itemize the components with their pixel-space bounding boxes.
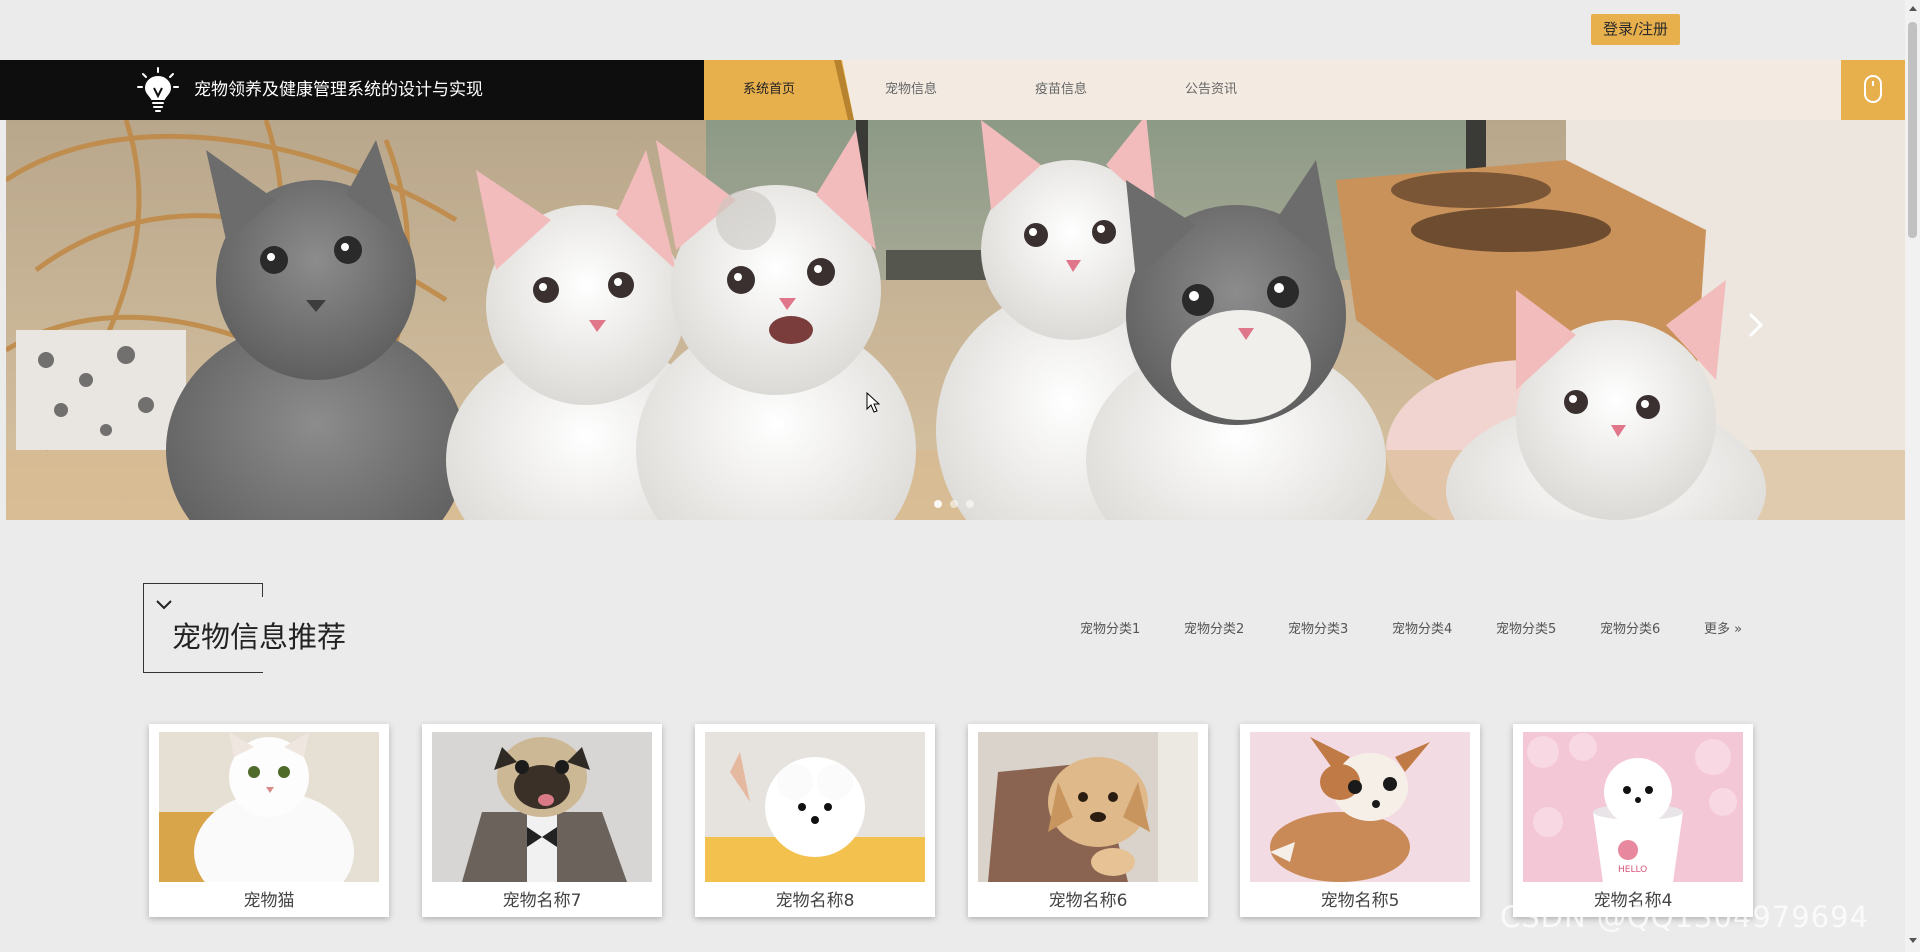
lightbulb-logo-icon xyxy=(137,67,179,112)
banner-next-arrow-icon[interactable] xyxy=(1741,310,1771,340)
svg-text:HELLO: HELLO xyxy=(1618,865,1647,875)
banner-dot[interactable] xyxy=(950,500,958,508)
login-register-button[interactable]: 登录/注册 xyxy=(1591,14,1680,45)
category-tab-2[interactable]: 宠物分类2 xyxy=(1184,618,1244,637)
kittens-banner-image xyxy=(6,120,1905,520)
category-tab-3[interactable]: 宠物分类3 xyxy=(1288,618,1348,637)
more-link[interactable]: 更多 » xyxy=(1704,618,1742,637)
white-pomeranian-photo xyxy=(705,732,925,882)
pet-name: 宠物名称6 xyxy=(1048,891,1128,911)
page-scrollbar[interactable] xyxy=(1905,0,1920,952)
top-strip: 登录/注册 xyxy=(0,0,1905,60)
teacup-pomeranian-photo: HELLO xyxy=(1523,732,1743,882)
category-tab-1[interactable]: 宠物分类1 xyxy=(1080,618,1140,637)
banner-dots xyxy=(934,500,974,508)
section-frame-top xyxy=(143,583,263,597)
chevron-down-icon xyxy=(156,600,172,610)
pet-name: 宠物名称7 xyxy=(502,891,582,911)
chihuahua-photo xyxy=(1250,732,1470,882)
pet-card[interactable]: HELLO 宠物名称4 xyxy=(1513,724,1753,917)
site-header: 宠物领养及健康管理系统的设计与实现 系统首页 宠物信息 疫苗信息 公告资讯 xyxy=(0,60,1905,120)
mouse-icon xyxy=(1864,75,1882,103)
pet-name: 宠物猫 xyxy=(243,891,295,911)
pet-card[interactable]: 宠物名称6 xyxy=(968,724,1208,917)
nav-item-home[interactable]: 系统首页 xyxy=(704,60,834,120)
nav-item-announcements[interactable]: 公告资讯 xyxy=(1136,60,1286,120)
scroll-thumb[interactable] xyxy=(1908,22,1917,238)
section-title: 宠物信息推荐 xyxy=(172,620,347,654)
scroll-hint-button[interactable] xyxy=(1841,60,1905,120)
banner-dot[interactable] xyxy=(966,500,974,508)
mouse-cursor-icon xyxy=(866,392,880,413)
watermark: CSDN @QQ1304979694 xyxy=(1500,900,1870,934)
category-tab-4[interactable]: 宠物分类4 xyxy=(1392,618,1452,637)
pet-card[interactable]: 宠物名称5 xyxy=(1240,724,1480,917)
pet-name: 宠物名称8 xyxy=(775,891,855,911)
category-tab-6[interactable]: 宠物分类6 xyxy=(1600,618,1660,637)
brand-bar: 宠物领养及健康管理系统的设计与实现 xyxy=(0,60,704,120)
nav-item-pet-info[interactable]: 宠物信息 xyxy=(836,60,986,120)
banner-dot[interactable] xyxy=(934,500,942,508)
white-cat-photo xyxy=(159,732,379,882)
pug-photo xyxy=(432,732,652,882)
banner-carousel[interactable] xyxy=(6,120,1905,520)
pet-name: 宠物名称5 xyxy=(1320,891,1400,911)
golden-puppy-photo xyxy=(978,732,1198,882)
pet-card[interactable]: 宠物名称7 xyxy=(422,724,662,917)
site-title: 宠物领养及健康管理系统的设计与实现 xyxy=(194,80,483,100)
scroll-up-icon[interactable] xyxy=(1909,6,1917,11)
pet-card[interactable]: 宠物名称8 xyxy=(695,724,935,917)
nav-item-vaccine-info[interactable]: 疫苗信息 xyxy=(986,60,1136,120)
category-tab-5[interactable]: 宠物分类5 xyxy=(1496,618,1556,637)
pet-card[interactable]: 宠物猫 xyxy=(149,724,389,917)
scroll-down-icon[interactable] xyxy=(1909,938,1917,943)
